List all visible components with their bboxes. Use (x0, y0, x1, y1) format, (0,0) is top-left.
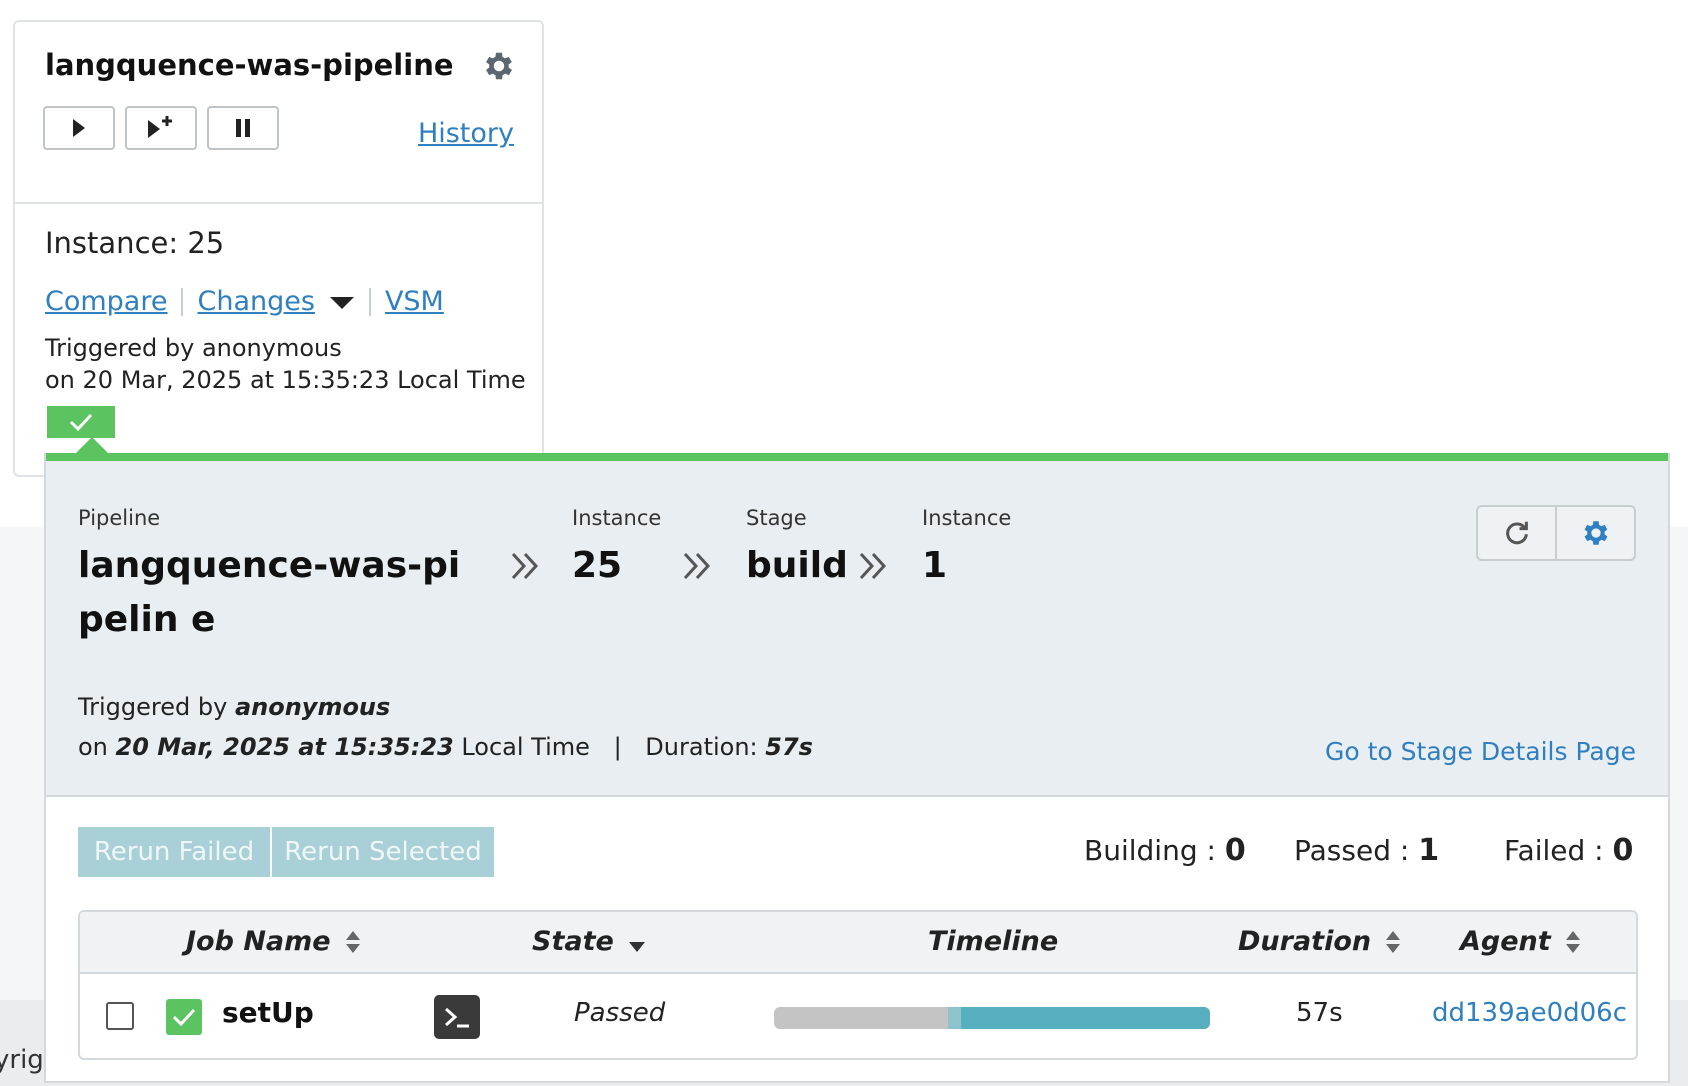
breadcrumb-separator-icon (859, 552, 887, 580)
agent-column-header[interactable]: Agent (1460, 926, 1581, 957)
refresh-icon (1505, 521, 1528, 545)
failed-count: Failed : 0 (1504, 833, 1633, 868)
link-divider (368, 287, 371, 316)
jobs-table-header: Job Name State Timeline Duration Agent (80, 912, 1636, 974)
job-name-header-label: Job Name (186, 926, 331, 957)
sort-descending-icon (628, 941, 645, 952)
separator: | (613, 733, 622, 761)
vsm-link[interactable]: VSM (385, 286, 444, 317)
gear-icon (1584, 521, 1607, 545)
gear-icon[interactable] (481, 48, 517, 84)
stage-toolbar (1476, 505, 1636, 561)
breadcrumb-pipeline-name: langquence-was-pipelin e (78, 545, 461, 640)
job-name[interactable]: setUp (222, 996, 314, 1029)
building-count: Building : 0 (1084, 833, 1246, 868)
breadcrumb-separator-icon (683, 552, 711, 580)
job-state: Passed (574, 998, 666, 1028)
stage-overview-header: Pipeline langquence-was-pipelin e Instan… (46, 461, 1668, 797)
history-link[interactable]: History (418, 118, 514, 149)
duration-column-header[interactable]: Duration (1238, 926, 1401, 957)
trigger-button[interactable] (43, 106, 115, 150)
job-select-checkbox[interactable] (106, 1002, 134, 1030)
check-icon (172, 1008, 196, 1026)
rerun-selected-button[interactable]: Rerun Selected (272, 827, 494, 877)
passed-value: 1 (1418, 833, 1440, 868)
timeline-prep-segment (948, 1007, 962, 1029)
sort-icon (345, 930, 360, 953)
console-icon[interactable] (434, 995, 480, 1039)
triggered-info: Triggered by anonymous on 20 Mar, 2025 a… (45, 332, 526, 396)
check-icon (69, 413, 93, 431)
terminal-glyph (445, 1007, 469, 1028)
job-status-passed (166, 999, 202, 1035)
instance-label: Instance: 25 (45, 226, 225, 260)
duration-label: Duration: (645, 733, 766, 761)
building-label: Building : (1084, 834, 1225, 867)
compare-link[interactable]: Compare (45, 286, 167, 317)
panel-pointer (76, 437, 108, 453)
breadcrumb-instance-label: Instance (572, 506, 662, 530)
timeline-build-segment (961, 1007, 1210, 1029)
pause-icon (236, 119, 250, 137)
breadcrumb-stage-instance-value: 1 (922, 545, 948, 586)
timeline-column-header: Timeline (928, 926, 1058, 957)
jobs-table: Job Name State Timeline Duration Agent s… (78, 910, 1638, 1060)
link-divider (181, 287, 184, 316)
refresh-button[interactable] (1478, 507, 1555, 559)
duration-header-label: Duration (1238, 926, 1372, 957)
card-divider (15, 202, 542, 204)
breadcrumb-stage-value: build (746, 545, 848, 586)
agent-header-label: Agent (1460, 926, 1551, 957)
breadcrumb-pipeline-label: Pipeline (78, 506, 161, 530)
stage-status-bar (46, 453, 1668, 461)
breadcrumb-instance-value: 25 (572, 545, 623, 586)
instance-links: Compare Changes VSM (45, 286, 444, 317)
breadcrumb-stage-instance-label: Instance (922, 506, 1012, 530)
local-time-text: Local Time (453, 733, 590, 761)
stage-overview-panel: Pipeline langquence-was-pipelin e Instan… (44, 437, 1670, 1083)
triggered-date-text: on 20 Mar, 2025 at 15:35:23 Local Time (45, 366, 526, 394)
timeline-header-label: Timeline (928, 926, 1059, 957)
job-duration: 57s (1296, 998, 1343, 1028)
pipeline-card: langquence-was-pipeline History Instance… (13, 20, 544, 477)
state-header-label: State (532, 926, 614, 957)
passed-label: Passed : (1294, 834, 1419, 867)
trigger-with-options-button[interactable] (125, 106, 197, 150)
failed-value: 0 (1612, 833, 1634, 868)
job-timeline-bar (774, 1007, 1210, 1029)
state-column-header[interactable]: State (532, 926, 646, 957)
trigger-date: 20 Mar, 2025 at 15:35:23 (115, 733, 454, 761)
job-name-column-header[interactable]: Job Name (186, 926, 361, 957)
stage-build-passed[interactable] (47, 406, 115, 438)
duration-value: 57s (765, 733, 813, 761)
play-icon (73, 119, 85, 137)
passed-count: Passed : 1 (1294, 833, 1439, 868)
pause-button[interactable] (207, 106, 279, 150)
triggered-by-user: anonymous (234, 693, 391, 721)
stage-settings-button[interactable] (1555, 507, 1634, 559)
sort-icon (1565, 930, 1580, 953)
stage-details-link[interactable]: Go to Stage Details Page (1325, 737, 1636, 766)
failed-label: Failed : (1504, 834, 1613, 867)
rerun-failed-button[interactable]: Rerun Failed (78, 827, 270, 877)
pipeline-title: langquence-was-pipeline (45, 48, 454, 82)
chevron-down-icon[interactable] (329, 294, 355, 310)
building-value: 0 (1224, 833, 1246, 868)
play-with-options-icon (148, 116, 172, 138)
triggered-by-text: Triggered by anonymous (45, 334, 342, 362)
breadcrumb-stage-label: Stage (746, 506, 807, 530)
triggered-by-prefix: Triggered by (78, 693, 235, 721)
on-prefix: on (78, 733, 116, 761)
stage-trigger-info: Triggered by anonymous on 20 Mar, 2025 a… (78, 687, 813, 767)
sort-icon (1386, 930, 1401, 953)
changes-link[interactable]: Changes (197, 286, 314, 317)
breadcrumb-separator-icon (511, 552, 539, 580)
job-agent-link[interactable]: dd139ae0d06c (1432, 998, 1627, 1028)
